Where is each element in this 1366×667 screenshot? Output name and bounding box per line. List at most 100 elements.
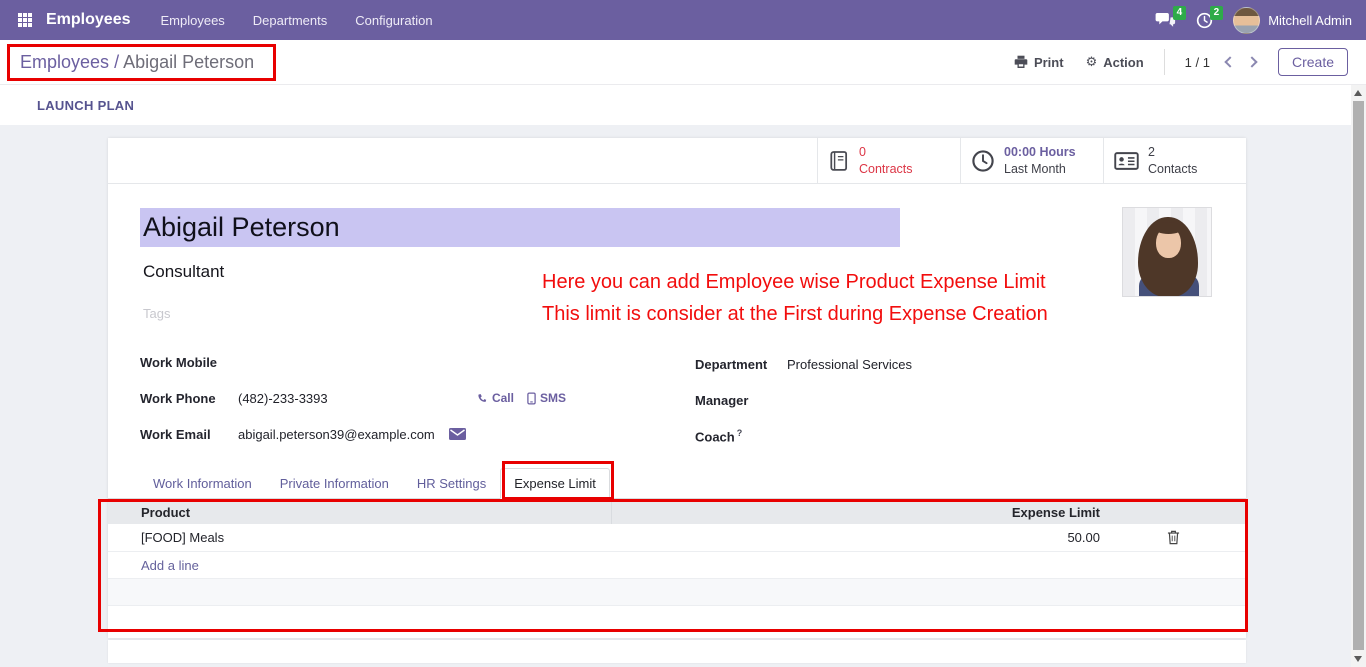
tags-field[interactable]: Tags [143,306,170,321]
pager-previous-icon[interactable] [1224,56,1236,68]
coach-row: Coach? [695,418,1135,454]
employee-photo[interactable] [1122,207,1212,297]
scroll-down-icon[interactable] [1354,656,1362,662]
manager-label: Manager [695,392,749,408]
product-column-header[interactable]: Product [108,500,612,524]
id-card-icon [1114,151,1139,170]
tab-private-information[interactable]: Private Information [266,468,403,499]
employee-form-screen: Employees Employees Departments Configur… [0,0,1366,667]
expense-limit-table: Product Expense Limit [FOOD] Meals 50.00… [108,500,1246,631]
apps-grid-icon[interactable] [18,13,32,27]
mobile-icon [527,391,536,405]
create-button[interactable]: Create [1277,48,1348,76]
pager-next-icon[interactable] [1246,56,1258,68]
chatter-section [108,640,1246,663]
tab-hr-settings[interactable]: HR Settings [403,468,500,499]
table-header-row: Product Expense Limit [108,500,1246,524]
control-panel-actions: Print ⚙ Action 1 / 1 Create [1014,48,1348,76]
user-menu[interactable]: Mitchell Admin [1233,6,1352,34]
top-navbar: Employees Employees Departments Configur… [0,0,1366,40]
empty-table-row [108,606,1246,631]
coach-label: Coach? [695,427,743,445]
contacts-stat-button[interactable]: 2 Contacts [1103,138,1246,183]
contracts-stat-button[interactable]: 0 Contracts [817,138,960,183]
messages-badge: 4 [1172,5,1187,20]
contracts-label: Contracts [859,161,913,176]
department-value[interactable]: Professional Services [787,357,912,372]
table-row[interactable]: [FOOD] Meals 50.00 [108,524,1246,552]
messages-button[interactable]: 4 [1155,5,1187,29]
hours-value: 00:00 Hours [1004,145,1076,160]
annotation-text: Here you can add Employee wise Product E… [542,266,1048,330]
app-title[interactable]: Employees [46,11,130,29]
breadcrumb-current: Abigail Peterson [123,51,255,72]
work-mobile-label: Work Mobile [140,354,218,370]
employee-name[interactable]: Abigail Peterson [140,208,900,247]
sms-link[interactable]: SMS [527,391,566,405]
scrollbar-thumb[interactable] [1353,101,1364,650]
work-phone-row: Work Phone (482)-233-3393 Call SMS [140,380,570,416]
breadcrumb-parent-link[interactable]: Employees [20,52,109,72]
work-email-value[interactable]: abigail.peterson39@example.com [238,427,435,442]
hours-stat-button[interactable]: 00:00 Hours Last Month [960,138,1103,183]
phone-actions: Call SMS [476,391,566,405]
employee-job-title[interactable]: Consultant [143,262,224,282]
tab-expense-limit[interactable]: Expense Limit [500,468,610,499]
hours-label: Last Month [1004,161,1066,176]
print-button[interactable]: Print [1014,55,1064,70]
launch-plan-link[interactable]: LAUNCH PLAN [37,98,134,113]
empty-table-row [108,579,1246,606]
menu-departments[interactable]: Departments [253,13,327,28]
navbar-right: 4 2 Mitchell Admin [1155,5,1352,34]
expense-limit-cell[interactable]: 50.00 [612,530,1100,545]
contacts-count: 2 [1148,145,1155,160]
contacts-label: Contacts [1148,161,1198,176]
scroll-up-icon[interactable] [1354,90,1362,96]
photo-fringe [1154,222,1183,234]
contracts-count: 0 [859,145,866,160]
left-field-column: Work Mobile Work Phone (482)-233-3393 Ca… [140,344,570,452]
book-icon [828,150,850,172]
menu-configuration[interactable]: Configuration [355,13,432,28]
user-name: Mitchell Admin [1268,12,1352,28]
annotation-line-2: This limit is consider at the First duri… [542,303,1048,325]
work-phone-value[interactable]: (482)-233-3393 [238,391,328,406]
work-email-row: Work Email abigail.peterson39@example.co… [140,416,570,452]
product-cell[interactable]: [FOOD] Meals [108,530,612,545]
control-panel: Employees / Abigail Peterson Print ⚙ Act… [0,40,1366,85]
user-avatar [1233,6,1261,34]
call-link[interactable]: Call [476,391,514,405]
department-row: Department Professional Services [695,346,1135,382]
activities-badge: 2 [1209,5,1224,20]
breadcrumb: Employees / Abigail Peterson [20,52,254,73]
employee-form-card: 0 Contracts 00:00 Hours Last Month 2 Con… [108,138,1246,638]
department-label: Department [695,356,768,372]
expense-limit-column-header[interactable]: Expense Limit [612,505,1100,520]
activities-button[interactable]: 2 [1196,5,1224,29]
pager-value: 1 / 1 [1184,54,1210,70]
vertical-scrollbar[interactable] [1351,85,1366,667]
notebook-tabs: Work Information Private Information HR … [108,468,1246,499]
add-a-line-link[interactable]: Add a line [108,558,199,573]
annotation-line-1: Here you can add Employee wise Product E… [542,271,1046,293]
work-mobile-row: Work Mobile [140,344,570,380]
delete-row-button[interactable] [1165,528,1182,547]
divider [1163,49,1165,75]
menu-employees[interactable]: Employees [160,13,224,28]
gear-icon: ⚙ [1085,54,1098,70]
trash-icon [1167,530,1180,545]
work-email-label: Work Email [140,426,211,442]
stat-button-row: 0 Contracts 00:00 Hours Last Month 2 Con… [108,138,1246,184]
action-button[interactable]: ⚙ Action [1086,55,1144,70]
right-field-column: Department Professional Services Manager… [695,346,1135,454]
add-line-row: Add a line [108,552,1246,579]
phone-icon [476,392,488,404]
coach-help-marker: ? [736,427,743,438]
tab-work-information[interactable]: Work Information [139,468,266,499]
clock-icon [971,149,995,173]
breadcrumb-separator: / [114,51,120,72]
manager-row: Manager [695,382,1135,418]
printer-icon [1014,55,1028,69]
navbar-menus: Employees Departments Configuration [160,13,432,28]
envelope-icon[interactable] [448,428,466,440]
